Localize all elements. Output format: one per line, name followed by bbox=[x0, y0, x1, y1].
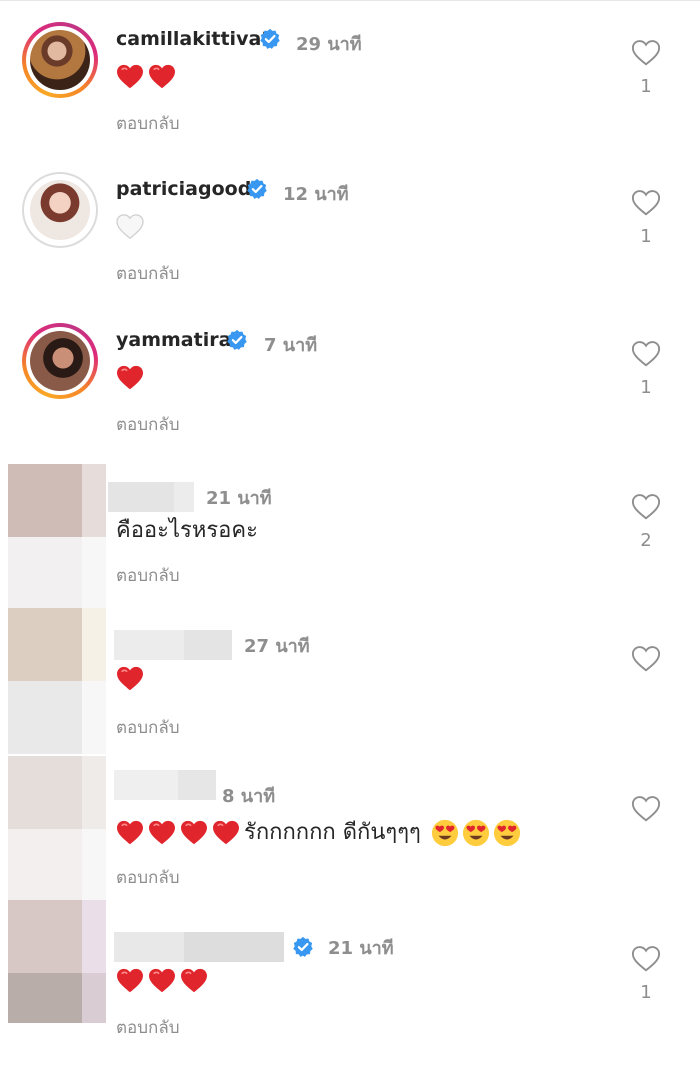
heart-outline-icon[interactable] bbox=[631, 339, 661, 369]
red-heart-icon bbox=[148, 820, 176, 846]
comment-body bbox=[116, 664, 148, 694]
timestamp[interactable]: 29 นาที bbox=[296, 29, 362, 58]
like-count[interactable]: 1 bbox=[630, 226, 662, 247]
comment-body: รักกกกกก ดีกันๆๆๆ bbox=[116, 818, 521, 848]
like-count[interactable]: 2 bbox=[630, 530, 662, 551]
comment-text: รักกกกกก ดีกันๆๆๆ bbox=[244, 820, 421, 845]
comment-body bbox=[116, 212, 148, 242]
comment-item: 27 นาที ตอบกลับ bbox=[0, 608, 700, 758]
timestamp[interactable]: 21 นาที bbox=[206, 483, 272, 512]
timestamp[interactable]: 27 นาที bbox=[244, 631, 310, 660]
comment-item: yammatira 7 นาที ตอบกลับ 1 bbox=[0, 323, 700, 473]
like-count[interactable]: 1 bbox=[630, 982, 662, 1003]
reply-button[interactable]: ตอบกลับ bbox=[116, 714, 180, 741]
comment-item: 21 นาที คืออะไรหรอคะ ตอบกลับ 2 bbox=[0, 464, 700, 614]
red-heart-icon bbox=[116, 365, 144, 391]
red-heart-icon bbox=[212, 820, 240, 846]
avatar[interactable] bbox=[8, 608, 106, 754]
avatar-photo bbox=[30, 331, 90, 391]
username[interactable]: camillakittivat bbox=[116, 28, 270, 50]
reply-button[interactable]: ตอบกลับ bbox=[116, 411, 180, 438]
red-heart-icon bbox=[180, 968, 208, 994]
comment-item: patriciagood 12 นาที ตอบกลับ 1 bbox=[0, 172, 700, 322]
verified-badge-icon bbox=[259, 28, 281, 50]
reply-button[interactable]: ตอบกลับ bbox=[116, 562, 180, 589]
comment-body bbox=[116, 363, 148, 393]
avatar[interactable] bbox=[22, 323, 98, 399]
timestamp[interactable]: 8 นาที bbox=[222, 781, 275, 810]
verified-badge-icon bbox=[292, 936, 314, 958]
comment-body bbox=[116, 62, 180, 92]
avatar[interactable] bbox=[22, 22, 98, 98]
red-heart-icon bbox=[116, 666, 144, 692]
white-heart-icon bbox=[116, 214, 144, 240]
red-heart-icon bbox=[116, 64, 144, 90]
comment-body bbox=[116, 966, 212, 996]
avatar[interactable] bbox=[8, 900, 106, 1046]
verified-badge-icon bbox=[226, 329, 248, 351]
timestamp[interactable]: 12 นาที bbox=[283, 179, 349, 208]
avatar[interactable] bbox=[8, 464, 106, 610]
reply-button[interactable]: ตอบกลับ bbox=[116, 110, 180, 137]
username[interactable]: patriciagood bbox=[116, 178, 251, 200]
red-heart-icon bbox=[180, 820, 208, 846]
comment-body: คืออะไรหรอคะ bbox=[116, 518, 258, 543]
username[interactable]: yammatira bbox=[116, 329, 231, 351]
heart-eyes-icon bbox=[431, 819, 459, 847]
avatar[interactable] bbox=[22, 172, 98, 248]
verified-badge-icon bbox=[246, 178, 268, 200]
reply-button[interactable]: ตอบกลับ bbox=[116, 260, 180, 287]
comment-item: camillakittivat 29 นาที ตอบกลับ 1 bbox=[0, 22, 700, 172]
reply-button[interactable]: ตอบกลับ bbox=[116, 864, 180, 891]
heart-outline-icon[interactable] bbox=[631, 944, 661, 974]
heart-outline-icon[interactable] bbox=[631, 38, 661, 68]
heart-eyes-icon bbox=[493, 819, 521, 847]
avatar[interactable] bbox=[8, 756, 106, 902]
comment-item: 21 นาที ตอบกลับ 1 bbox=[0, 900, 700, 1050]
red-heart-icon bbox=[148, 64, 176, 90]
avatar-photo bbox=[30, 30, 90, 90]
like-count[interactable]: 1 bbox=[630, 76, 662, 97]
heart-outline-icon[interactable] bbox=[631, 794, 661, 824]
red-heart-icon bbox=[148, 968, 176, 994]
heart-eyes-icon bbox=[462, 819, 490, 847]
heart-outline-icon[interactable] bbox=[631, 188, 661, 218]
like-count[interactable]: 1 bbox=[630, 377, 662, 398]
heart-outline-icon[interactable] bbox=[631, 492, 661, 522]
avatar-photo bbox=[30, 180, 90, 240]
reply-button[interactable]: ตอบกลับ bbox=[116, 1014, 180, 1041]
top-divider bbox=[0, 0, 700, 1]
timestamp[interactable]: 7 นาที bbox=[264, 330, 317, 359]
red-heart-icon bbox=[116, 968, 144, 994]
heart-outline-icon[interactable] bbox=[631, 644, 661, 674]
red-heart-icon bbox=[116, 820, 144, 846]
comment-item: 8 นาที รักกกกกก ดีกันๆๆๆ ตอบกลับ bbox=[0, 756, 700, 906]
timestamp[interactable]: 21 นาที bbox=[328, 933, 394, 962]
